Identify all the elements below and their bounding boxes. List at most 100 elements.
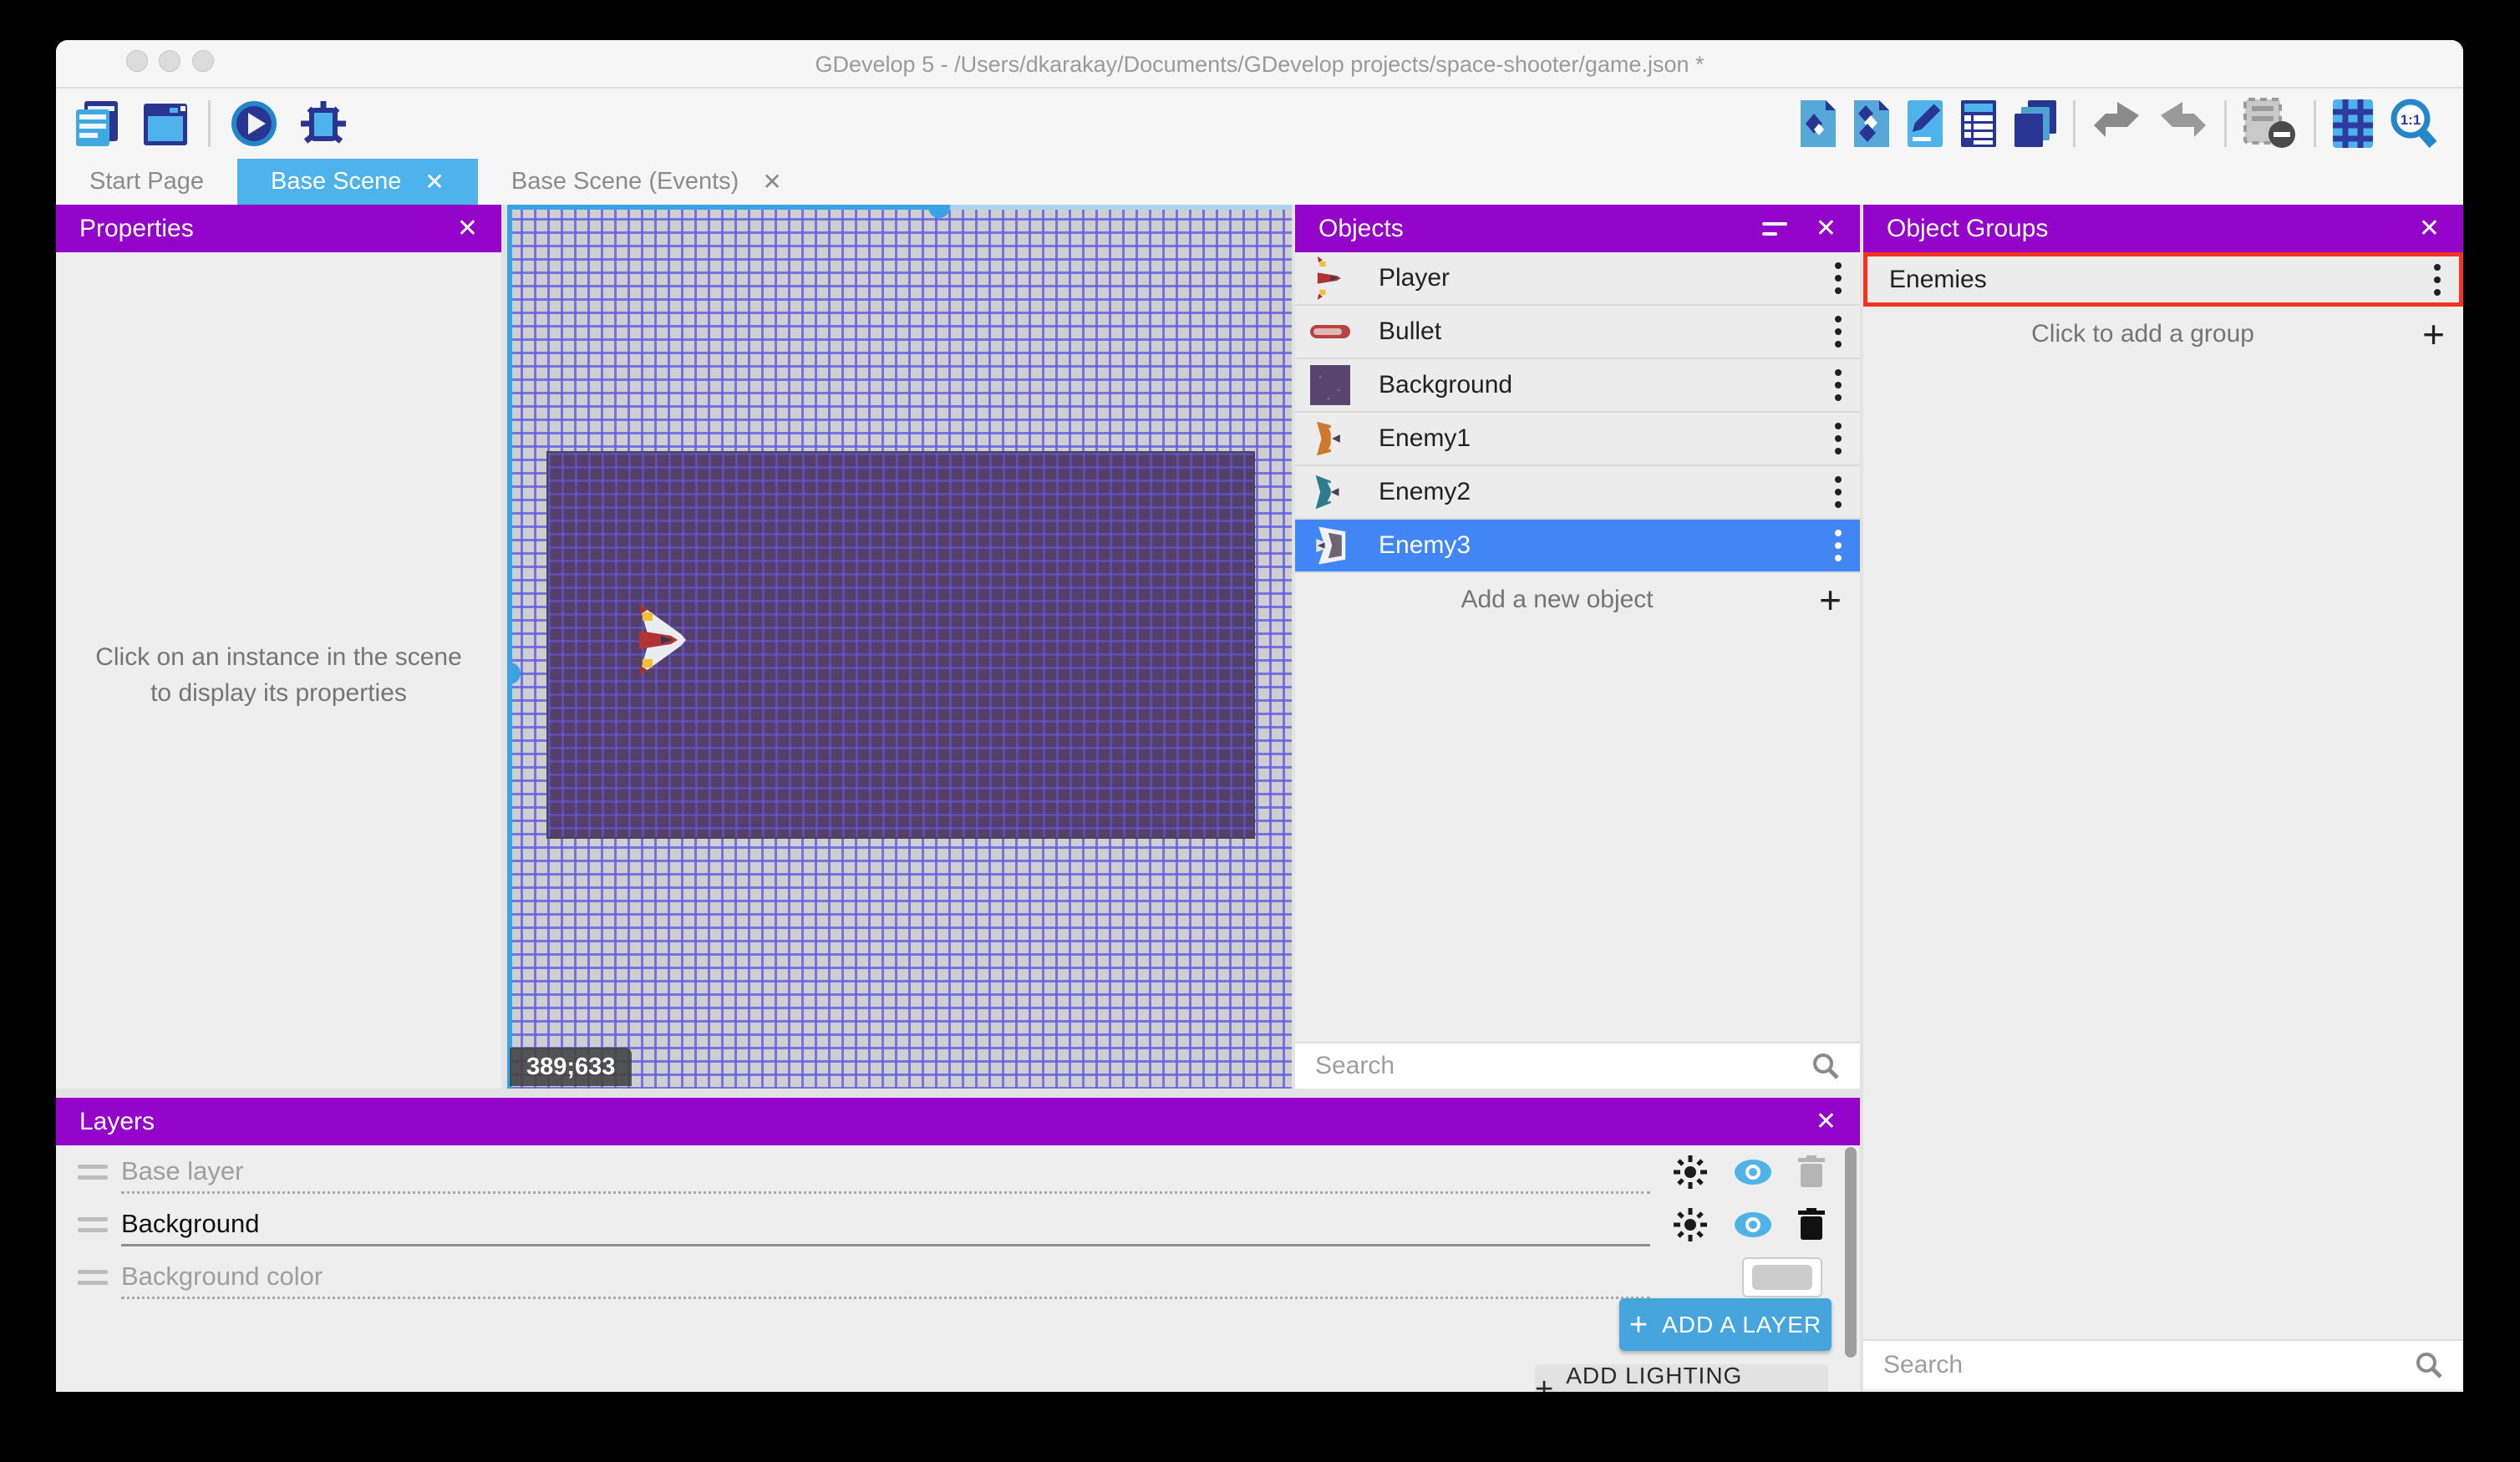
properties-empty-message: Click on an instance in the scene to dis… — [95, 643, 462, 707]
close-tab-icon[interactable]: ✕ — [762, 168, 781, 195]
drag-handle-icon[interactable] — [78, 1216, 108, 1232]
undo-icon[interactable] — [2091, 100, 2142, 147]
toggle-mask-icon[interactable] — [2242, 98, 2299, 150]
search-icon — [2416, 1353, 2442, 1378]
canvas-left-scrollbar-thumb[interactable] — [507, 662, 521, 684]
player-instance[interactable] — [633, 604, 688, 676]
close-layers-icon[interactable]: ✕ — [1816, 1107, 1837, 1136]
layer-name-field[interactable]: Background color — [121, 1256, 1650, 1299]
enemy3-object-icon — [1308, 525, 1352, 566]
tab-start-page[interactable]: Start Page — [56, 159, 237, 205]
add-new-object-button[interactable]: Add a new object + — [1295, 573, 1860, 627]
layer-visibility-icon[interactable] — [1734, 1211, 1772, 1238]
layers-panel-icon[interactable] — [2013, 99, 2058, 149]
project-manager-icon[interactable] — [71, 98, 123, 150]
object-row-enemy3[interactable]: Enemy3 — [1295, 520, 1860, 573]
layers-panel-title: Layers — [79, 1107, 155, 1135]
object-menu-icon[interactable] — [1835, 369, 1842, 401]
object-menu-icon[interactable] — [1835, 262, 1842, 294]
close-object-groups-icon[interactable]: ✕ — [2419, 214, 2440, 243]
object-groups-panel-title: Object Groups — [1887, 214, 2049, 242]
group-name: Enemies — [1889, 265, 1987, 293]
layer-row-background-color: Background color — [56, 1251, 1860, 1303]
background-object-icon — [1308, 365, 1352, 405]
color-swatch — [1752, 1264, 1812, 1290]
delete-layer-icon[interactable] — [1797, 1207, 1826, 1241]
drag-handle-icon[interactable] — [78, 1164, 108, 1180]
editor-main-area: Properties ✕ Click on an instance in the… — [56, 205, 2463, 1392]
search-icon — [1813, 1053, 1839, 1079]
add-layer-button[interactable]: + ADD A LAYER — [1619, 1298, 1832, 1351]
tab-base-scene-events[interactable]: Base Scene (Events) ✕ — [478, 159, 815, 205]
close-properties-icon[interactable]: ✕ — [457, 214, 478, 243]
layer-name-field[interactable]: Background — [121, 1203, 1650, 1246]
delete-layer-icon[interactable] — [1797, 1155, 1826, 1189]
window-title: GDevelop 5 - /Users/dkarakay/Documents/G… — [815, 52, 1705, 77]
player-object-icon — [1308, 256, 1352, 300]
add-group-label: Click to add a group — [2031, 320, 2254, 348]
toggle-grid-icon[interactable] — [2331, 98, 2375, 150]
object-menu-icon[interactable] — [1835, 476, 1842, 508]
filter-icon[interactable] — [1761, 221, 1787, 236]
canvas-top-scrollbar[interactable] — [507, 205, 929, 210]
background-color-picker[interactable] — [1742, 1256, 1822, 1297]
object-row-player[interactable]: Player — [1295, 252, 1860, 306]
open-properties-panel-icon[interactable] — [1906, 99, 1944, 149]
object-name: Enemy3 — [1379, 531, 1471, 559]
layer-visibility-icon[interactable] — [1734, 1159, 1772, 1185]
canvas-top-scrollbar-thumb[interactable] — [928, 205, 950, 218]
properties-panel: Properties ✕ Click on an instance in the… — [56, 205, 501, 1089]
object-row-enemy1[interactable]: Enemy1 — [1295, 413, 1860, 466]
instances-list-icon[interactable] — [1959, 99, 1998, 149]
enemy2-object-icon — [1308, 473, 1352, 511]
objects-panel-title: Objects — [1318, 214, 1404, 242]
object-menu-icon[interactable] — [1835, 423, 1842, 454]
object-groups-panel: Object Groups ✕ Enemies Click to add a g… — [1863, 205, 2463, 1392]
add-group-button[interactable]: Click to add a group + — [1863, 307, 2463, 362]
close-tab-icon[interactable]: ✕ — [424, 168, 444, 195]
open-objects-panel-icon[interactable] — [1799, 99, 1837, 149]
close-objects-icon[interactable]: ✕ — [1816, 214, 1837, 243]
object-row-background[interactable]: Background — [1295, 359, 1860, 413]
canvas-top-scrollbar-track[interactable] — [948, 205, 1292, 210]
object-name: Bullet — [1379, 317, 1442, 345]
objects-search-input[interactable] — [1315, 1052, 1811, 1080]
tab-label: Base Scene — [271, 168, 402, 195]
add-lighting-layer-button[interactable]: + ADD LIGHTING LAYER — [1535, 1363, 1828, 1392]
scene-canvas[interactable]: 389;633 — [507, 205, 1292, 1089]
object-name: Background — [1379, 371, 1513, 398]
play-preview-icon[interactable] — [229, 99, 279, 149]
layers-scrollbar[interactable] — [1845, 1147, 1857, 1358]
group-row-enemies[interactable]: Enemies — [1863, 252, 2463, 307]
object-menu-icon[interactable] — [1835, 316, 1842, 348]
scene-editor-icon[interactable] — [141, 99, 190, 148]
redo-icon[interactable] — [2157, 100, 2209, 147]
canvas-left-scrollbar[interactable] — [507, 205, 512, 1089]
object-menu-icon[interactable] — [1835, 530, 1842, 561]
tab-label: Start Page — [89, 168, 205, 195]
layer-name-field[interactable]: Base layer — [121, 1150, 1650, 1194]
toolbar-separator — [2224, 100, 2227, 147]
layer-effects-icon[interactable] — [1672, 1154, 1709, 1190]
plus-icon: + — [2422, 312, 2445, 356]
layer-row-base-layer: Base layer — [56, 1145, 1860, 1198]
plus-icon: + — [1628, 1307, 1649, 1343]
debugger-icon[interactable] — [297, 98, 349, 150]
toolbar: 1:1 — [56, 89, 2463, 159]
object-name: Enemy1 — [1379, 424, 1471, 452]
zoom-1-1-icon[interactable]: 1:1 — [2390, 98, 2438, 150]
object-name: Player — [1379, 264, 1451, 292]
open-object-groups-panel-icon[interactable] — [1852, 99, 1891, 149]
groups-search-input[interactable] — [1883, 1351, 2415, 1379]
enemy1-object-icon — [1308, 419, 1352, 458]
group-menu-icon[interactable] — [2434, 263, 2441, 296]
drag-handle-icon[interactable] — [78, 1269, 108, 1285]
add-new-object-label: Add a new object — [1461, 586, 1654, 613]
layer-row-background: Background — [56, 1198, 1860, 1251]
tab-bar: Start Page Base Scene ✕ Base Scene (Even… — [56, 159, 2463, 205]
tab-base-scene[interactable]: Base Scene ✕ — [237, 159, 478, 205]
object-row-enemy2[interactable]: Enemy2 — [1295, 466, 1860, 520]
layer-effects-icon[interactable] — [1672, 1206, 1709, 1243]
objects-search — [1295, 1042, 1860, 1089]
object-row-bullet[interactable]: Bullet — [1295, 306, 1860, 359]
